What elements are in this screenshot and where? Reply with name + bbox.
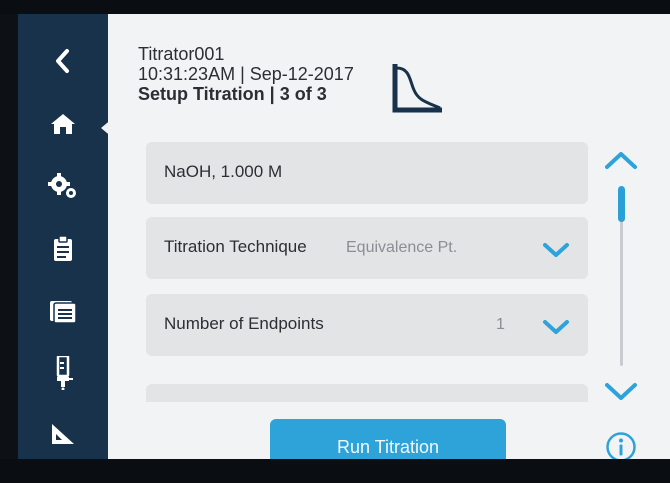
- titration-curve-logo-icon: [392, 64, 442, 113]
- scroll-up-icon[interactable]: [603, 149, 639, 171]
- main-screen: Titrator001 10:31:23AM | Sep-12-2017 Set…: [108, 14, 670, 475]
- sidebar-item-results[interactable]: [18, 289, 108, 333]
- sidebar-item-methods[interactable]: [18, 227, 108, 271]
- list-item-partial[interactable]: [146, 384, 588, 402]
- settings-gears-icon: [48, 173, 76, 198]
- home-icon: [51, 114, 75, 134]
- page-title: Setup Titration | 3 of 3: [138, 84, 327, 104]
- chevron-down-icon[interactable]: [542, 318, 570, 336]
- number-of-endpoints-value: 1: [496, 316, 505, 333]
- timestamp: 10:31:23AM | Sep-12-2017: [138, 64, 354, 84]
- clipboard-icon: [54, 236, 72, 261]
- titrant-label: NaOH, 1.000 M: [164, 162, 283, 181]
- sidebar-item-calibration[interactable]: [18, 412, 108, 456]
- back-chevron-icon: [56, 49, 69, 73]
- burette-icon: [56, 356, 73, 390]
- titration-technique-label: Titration Technique: [164, 237, 307, 256]
- sidebar-item-settings[interactable]: [18, 164, 108, 208]
- list-item-number-of-endpoints[interactable]: Number of Endpoints 1: [146, 294, 588, 356]
- scroll-down-icon[interactable]: [603, 381, 639, 403]
- back-button[interactable]: [18, 39, 108, 83]
- number-of-endpoints-label: Number of Endpoints: [164, 314, 324, 333]
- files-icon: [50, 301, 76, 323]
- sidebar-item-burette[interactable]: [18, 351, 108, 395]
- device-bezel-bottom: [0, 459, 670, 483]
- header: Titrator001 10:31:23AM | Sep-12-2017 Set…: [138, 44, 354, 104]
- device-name: Titrator001: [138, 44, 225, 64]
- sidebar: [18, 14, 108, 459]
- set-square-icon: [52, 424, 74, 444]
- sidebar-item-home[interactable]: [18, 102, 108, 146]
- chevron-down-icon[interactable]: [542, 241, 570, 259]
- titration-technique-value: Equivalence Pt.: [346, 239, 458, 256]
- device-bezel-top: [0, 0, 670, 14]
- list-item-titration-technique[interactable]: Titration Technique Equivalence Pt.: [146, 217, 588, 279]
- list-item-titrant[interactable]: NaOH, 1.000 M: [146, 142, 588, 204]
- scrollbar-thumb[interactable]: [618, 186, 625, 222]
